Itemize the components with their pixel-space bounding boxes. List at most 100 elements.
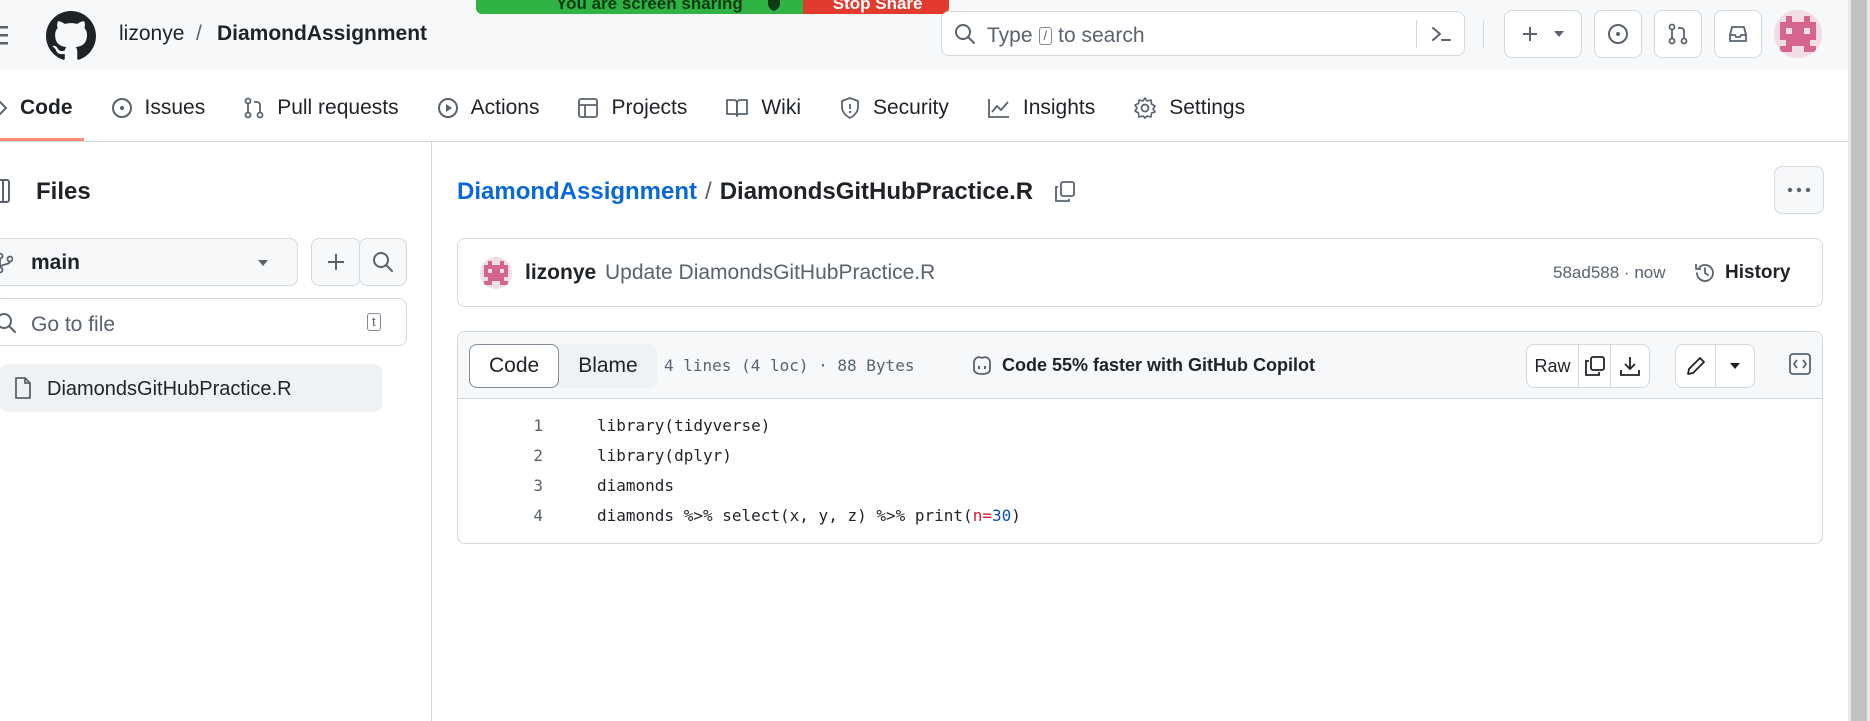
- tab-insights[interactable]: Insights: [987, 83, 1095, 133]
- screen-sharing-indicator: You are screen sharing: [476, 0, 803, 14]
- tab-label: Insights: [1022, 96, 1096, 119]
- tab-label: Actions: [470, 96, 540, 119]
- tab-wiki[interactable]: Wiki: [725, 83, 801, 133]
- repo-nav: Code Issues Pull requests Actions Projec…: [0, 83, 1283, 137]
- download-button[interactable]: [1611, 345, 1649, 387]
- raw-button[interactable]: Raw: [1527, 345, 1579, 387]
- edit-options-button[interactable]: [1716, 345, 1754, 387]
- search-placeholder: Type / to search: [987, 24, 1145, 48]
- header-divider: [1483, 20, 1484, 48]
- more-options-button[interactable]: [1774, 166, 1824, 214]
- shield-check-icon: [767, 0, 781, 11]
- line-content: diamonds %>% select(x, y, z) %>% print(n…: [597, 506, 1021, 525]
- code-line: 4 diamonds %>% select(x, y, z) %>% print…: [458, 500, 1822, 530]
- inbox-button[interactable]: [1714, 10, 1762, 58]
- issues-button[interactable]: [1594, 10, 1642, 58]
- line-number[interactable]: 2: [458, 446, 543, 465]
- nav-divider: [0, 141, 1848, 142]
- symbols-panel-button[interactable]: [1788, 352, 1812, 376]
- global-header: lizonye / DiamondAssignment You are scre…: [0, 0, 1848, 70]
- triangle-down-icon: [1729, 362, 1741, 370]
- code-square-icon: [1788, 352, 1812, 376]
- line-number[interactable]: 4: [458, 506, 543, 525]
- commit-message-link[interactable]: Update DiamondsGitHubPractice.R: [605, 261, 935, 285]
- files-panel-title: Files: [36, 178, 91, 205]
- tab-label: Code: [20, 96, 73, 119]
- search-icon: [954, 23, 976, 45]
- tab-label: Issues: [144, 96, 206, 119]
- tab-code[interactable]: Code: [0, 83, 73, 133]
- stop-share-button[interactable]: Stop Share: [802, 0, 949, 14]
- edit-file-button[interactable]: [1676, 345, 1716, 387]
- line-content: diamonds: [597, 475, 675, 495]
- file-icon: [14, 376, 32, 400]
- shield-icon: [839, 97, 861, 119]
- code-view-button[interactable]: Code: [469, 344, 560, 388]
- triangle-down-icon: [1553, 30, 1565, 38]
- inbox-icon: [1727, 23, 1749, 45]
- sidebar-collapse-icon[interactable]: [0, 178, 12, 204]
- menu-icon[interactable]: [0, 18, 16, 52]
- tab-label: Settings: [1169, 96, 1246, 119]
- issue-opened-icon: [111, 97, 133, 119]
- command-palette-icon[interactable]: [1430, 23, 1452, 45]
- latest-commit-box: lizonye Update DiamondsGitHubPractice.R …: [457, 238, 1823, 307]
- go-to-file-input[interactable]: Go to file t: [0, 298, 407, 346]
- repo-owner-link[interactable]: lizonye: [119, 22, 184, 46]
- go-to-file-shortcut: t: [367, 313, 381, 331]
- line-number[interactable]: 3: [458, 476, 543, 495]
- issue-opened-icon: [1607, 23, 1629, 45]
- table-icon: [577, 97, 599, 119]
- tab-actions[interactable]: Actions: [437, 83, 540, 133]
- line-content: library(tidyverse): [597, 415, 771, 435]
- copilot-promo-link[interactable]: Code 55% faster with GitHub Copilot: [970, 354, 1315, 376]
- blame-view-button[interactable]: Blame: [559, 344, 657, 388]
- command-palette-divider: [1416, 20, 1417, 48]
- tab-projects[interactable]: Projects: [577, 83, 687, 133]
- create-new-button[interactable]: [1504, 10, 1582, 58]
- breadcrumb: DiamondAssignment / DiamondsGitHubPracti…: [457, 178, 1077, 206]
- git-pull-request-icon: [1667, 23, 1689, 45]
- breadcrumb-repo-link[interactable]: DiamondAssignment: [457, 178, 697, 206]
- history-label: History: [1725, 262, 1791, 283]
- code-number: 30: [991, 505, 1012, 525]
- copy-icon: [1584, 355, 1606, 377]
- search-shortcut-key: /: [1038, 27, 1053, 45]
- stop-share-label: Stop Share: [832, 0, 923, 13]
- line-number[interactable]: 1: [458, 416, 543, 435]
- search-files-button[interactable]: [359, 238, 407, 286]
- copy-raw-button[interactable]: [1579, 345, 1611, 387]
- book-icon: [725, 97, 749, 119]
- commit-meta-dot: ·: [1623, 263, 1630, 282]
- global-search-input[interactable]: Type / to search: [941, 11, 1465, 56]
- tab-issues[interactable]: Issues: [111, 83, 206, 133]
- history-button[interactable]: History: [1693, 261, 1790, 285]
- tab-settings[interactable]: Settings: [1133, 83, 1245, 133]
- code-line: 3 diamonds: [458, 470, 1822, 500]
- search-prefix: Type: [987, 24, 1033, 47]
- code-view[interactable]: 1 library(tidyverse) 2 library(dplyr) 3 …: [458, 400, 1822, 530]
- copy-path-icon[interactable]: [1053, 180, 1077, 204]
- screen-sharing-text: You are screen sharing: [556, 0, 743, 13]
- sidebar-divider[interactable]: [431, 141, 432, 721]
- page-scrollbar-thumb[interactable]: [1851, 0, 1867, 721]
- github-logo-icon[interactable]: [46, 11, 96, 61]
- user-avatar[interactable]: [1774, 10, 1822, 58]
- commit-sha-link[interactable]: 58ad588: [1553, 263, 1619, 282]
- breadcrumb-separator: /: [705, 178, 712, 205]
- code-text: ): [1011, 505, 1021, 525]
- repo-name-link[interactable]: DiamondAssignment: [217, 22, 427, 46]
- file-tree-item-label: DiamondsGitHubPractice.R: [47, 378, 292, 400]
- branch-selector[interactable]: main: [0, 238, 298, 286]
- commit-author-link[interactable]: lizonye: [525, 261, 596, 285]
- file-tree-item[interactable]: DiamondsGitHubPractice.R: [0, 364, 382, 412]
- pull-requests-button[interactable]: [1654, 10, 1702, 58]
- commit-author-avatar[interactable]: [480, 257, 512, 289]
- add-file-button[interactable]: [311, 238, 361, 286]
- plus-icon: [1521, 25, 1539, 43]
- tab-pull-requests[interactable]: Pull requests: [243, 83, 399, 133]
- file-viewer: Code Blame 4 lines (4 loc) · 88 Bytes Co…: [457, 331, 1823, 544]
- triangle-down-icon: [257, 259, 269, 267]
- tab-security[interactable]: Security: [839, 83, 949, 133]
- search-suffix: to search: [1058, 24, 1145, 47]
